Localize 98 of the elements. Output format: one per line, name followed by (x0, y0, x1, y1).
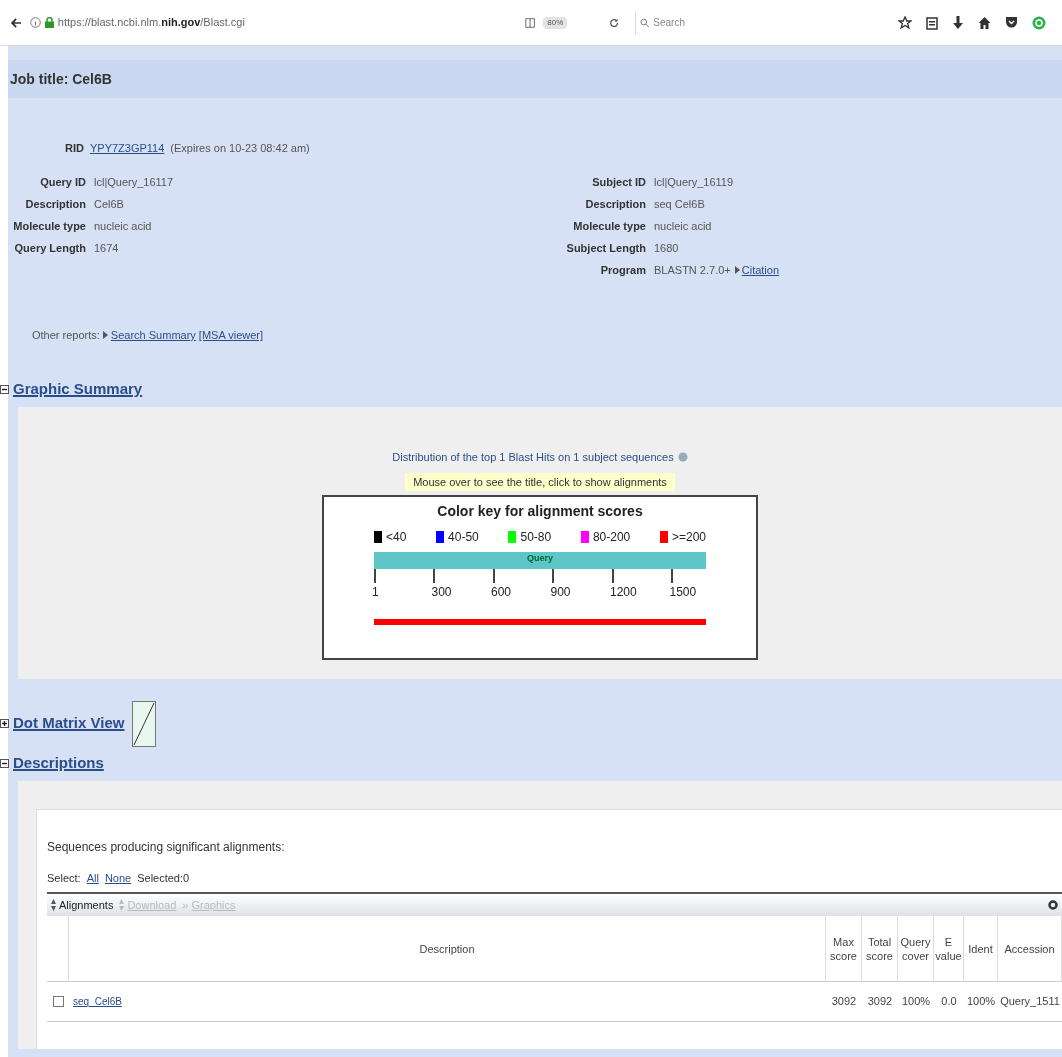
rid-link[interactable]: YPY7Z3GP114 (89, 137, 165, 159)
settings-icon[interactable] (1048, 900, 1058, 910)
select-label: Select: (47, 870, 81, 886)
tick-label: 1500 (669, 584, 697, 601)
back-icon[interactable] (10, 15, 22, 30)
legend-label: 50-80 (520, 529, 552, 546)
triangle-icon (102, 331, 108, 340)
sort-icon (119, 899, 125, 911)
color-key-title: Color key for alignment scores (437, 502, 643, 521)
citation-link[interactable]: Citation (741, 259, 780, 281)
graphic-title: Distribution of the top 1 Blast Hits on 1 subject sequences (392, 448, 688, 465)
select-link[interactable]: All (86, 869, 99, 886)
table-cell-text: 3092 (830, 994, 858, 1010)
triangle-icon (734, 266, 740, 274)
field-label: Subject Length (565, 241, 646, 256)
shield-icon[interactable] (1005, 16, 1018, 29)
query-bar: Query (374, 552, 706, 569)
tick-mark (433, 569, 436, 583)
row-checkbox[interactable] (52, 996, 64, 1007)
field-label: Query Length (13, 241, 86, 256)
column-header[interactable]: Query cover (898, 916, 934, 981)
field-value: lcl|Query_16119 (654, 175, 734, 190)
field-value: 1680 (654, 241, 679, 256)
url-text: https://blast.ncbi.nlm.nih.gov/Blast.cgi (57, 15, 245, 31)
info-icon[interactable] (29, 17, 41, 28)
column-header[interactable]: Description (69, 916, 826, 981)
lock-icon (44, 17, 54, 28)
column-header[interactable]: Total score (862, 916, 898, 981)
field-label: RID (65, 141, 84, 156)
reload-icon[interactable] (608, 16, 619, 29)
tick-label: 900 (550, 584, 571, 601)
select-link[interactable]: None (104, 869, 132, 886)
section-link[interactable]: Graphic Summary (13, 378, 143, 401)
tick-mark (671, 569, 674, 583)
field-value: 1674 (94, 241, 119, 256)
separator-mark: » (182, 897, 189, 913)
reader-icon[interactable] (525, 16, 536, 29)
collapse-icon[interactable] (0, 758, 9, 769)
dot-matrix-thumbnail[interactable] (132, 700, 157, 747)
table-cell-text: Query_1511 (999, 994, 1061, 1010)
tick-label: 1200 (610, 584, 637, 601)
column-header[interactable]: Accession (998, 916, 1062, 981)
extension-icon[interactable] (1032, 15, 1046, 30)
section-link[interactable]: Descriptions (13, 752, 104, 775)
legend-label: <40 (386, 529, 407, 546)
report-link[interactable]: [MSA viewer] (198, 327, 264, 344)
legend-label: 40-50 (448, 529, 479, 546)
sequence-link[interactable]: seq_Cel6B (73, 996, 122, 1008)
legend-label: 80-200 (592, 529, 631, 546)
table-cell-text: 100% (900, 994, 932, 1010)
column-header[interactable]: Ident (964, 916, 998, 981)
search-field[interactable]: Search (634, 10, 882, 35)
other-reports-label: Other reports: (32, 328, 100, 343)
field-label: Query ID (39, 175, 86, 190)
field-label: Subject ID (591, 175, 646, 190)
collapse-icon[interactable] (0, 384, 9, 395)
field-value: nucleic acid (654, 219, 712, 234)
field-label: Program (599, 263, 646, 278)
legend-label: >=200 (671, 529, 706, 546)
column-header[interactable]: E value (934, 916, 964, 981)
table-cell-text: 0.0 (940, 994, 958, 1010)
field-value: Cel6B (94, 197, 124, 212)
field-label: Description (584, 197, 646, 212)
section-link[interactable]: Dot Matrix View (13, 712, 125, 735)
hint-label: Mouse over to see the title, click to show alignments (405, 473, 675, 491)
address-bar[interactable]: https://blast.ncbi.nlm.nih.gov/Blast.cgi (29, 10, 518, 35)
search-icon (639, 17, 650, 28)
tick-mark (493, 569, 495, 583)
zoom-badge[interactable]: 80% (543, 16, 568, 29)
toolbar-link[interactable]: Alignments (59, 896, 114, 914)
field-value: lcl|Query_16117 (94, 175, 174, 190)
expand-icon[interactable] (0, 718, 9, 729)
table-cell-text: 100% (965, 994, 997, 1010)
results-heading: Sequences producing significant alignments: (47, 838, 286, 856)
report-link[interactable]: Search Summary (110, 327, 196, 344)
field-value: BLASTN 2.7.0+ (654, 263, 731, 278)
job-title: Job title: Cel6B (10, 69, 112, 89)
sort-icon (51, 899, 56, 911)
tick-mark (612, 569, 614, 583)
tick-label: 600 (491, 584, 511, 601)
selected-count: Selected:0 (137, 870, 190, 886)
tick-label: 1 (372, 584, 379, 601)
field-value: nucleic acid (94, 219, 152, 234)
column-header[interactable]: Max score (826, 916, 862, 981)
clipboard-icon[interactable] (926, 15, 938, 30)
expiry-note: (Expires on 10-23 08:42 am) (170, 141, 310, 156)
tick-mark (552, 569, 555, 583)
field-label: Molecule type (12, 219, 86, 234)
home-icon[interactable] (978, 15, 991, 30)
search-input[interactable]: Search (653, 15, 878, 30)
field-label: Description (24, 197, 86, 212)
field-label: Molecule type (572, 219, 646, 234)
table-cell-text: 3092 (866, 994, 894, 1010)
tick-label: 300 (431, 584, 452, 601)
field-value: seq Cel6B (654, 197, 705, 212)
download-icon[interactable] (952, 15, 964, 30)
tick-mark (374, 569, 376, 583)
star-icon[interactable] (898, 15, 912, 30)
